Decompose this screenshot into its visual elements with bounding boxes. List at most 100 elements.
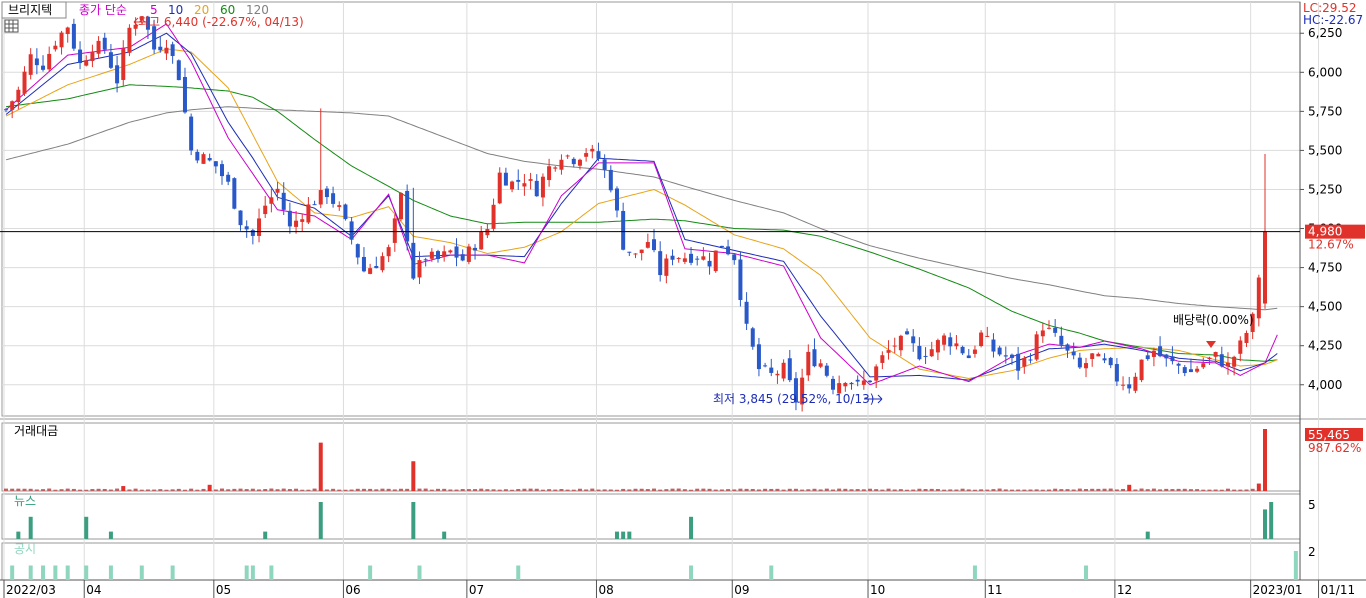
candle-body: [244, 226, 249, 230]
amount-bar: [942, 489, 947, 491]
amount-bar: [948, 489, 953, 491]
candle-body: [979, 332, 984, 347]
x-tick-label: 12: [1117, 583, 1132, 597]
amount-bar: [47, 488, 52, 491]
disclosure-bar: [769, 565, 774, 580]
candle-body: [682, 258, 687, 262]
candle-body: [886, 350, 891, 353]
candle-body: [232, 178, 237, 209]
candle-body: [189, 116, 194, 151]
amount-bar: [312, 488, 317, 491]
amount-bar: [596, 489, 601, 491]
candle-body: [34, 58, 39, 66]
x-tick-label: 09: [734, 583, 749, 597]
candle-body: [1195, 368, 1200, 372]
amount-bar: [226, 489, 231, 491]
amount-bar: [769, 488, 774, 491]
amount-bar: [781, 489, 786, 491]
candle-body: [312, 204, 317, 206]
y-tick-label: 5,250: [1308, 182, 1342, 196]
disclosure-bar: [417, 565, 422, 580]
ma-legend-title: 종가 단순: [79, 3, 127, 17]
candle-body: [547, 166, 552, 181]
candle-body: [127, 27, 132, 53]
amount-bar: [374, 489, 379, 491]
amount-bar: [892, 489, 897, 491]
amount-bar: [1009, 489, 1014, 491]
amount-bar: [960, 488, 965, 491]
candle-body: [744, 301, 749, 324]
candle-body: [763, 365, 768, 367]
candle-body: [972, 349, 977, 354]
amount-bar: [682, 489, 687, 491]
amount-bar: [34, 489, 39, 491]
candle-body: [1219, 354, 1224, 367]
y-tick-label: 4,500: [1308, 300, 1342, 314]
amount-bar: [719, 489, 724, 491]
amount-bar: [65, 488, 70, 491]
amount-bar: [10, 488, 15, 491]
candle-body: [1145, 355, 1150, 360]
candle-body: [90, 52, 95, 62]
candle-body: [787, 358, 792, 381]
candle-body: [1164, 354, 1169, 359]
last-price-label: 4,980: [1308, 225, 1342, 239]
candle-body: [207, 158, 212, 161]
candle-body: [1009, 354, 1014, 358]
amount-bar: [1219, 489, 1224, 491]
amount-bar: [1207, 489, 1212, 491]
candle-body: [633, 253, 638, 255]
last-price-change: 12.67%: [1308, 238, 1354, 252]
dividend-annotation: 배당락(0.00%): [1173, 313, 1254, 327]
amount-bar: [1053, 488, 1058, 491]
amount-bar: [1182, 488, 1187, 491]
disclosure-bar: [250, 565, 255, 580]
candle-body: [108, 52, 113, 68]
amount-bar: [571, 489, 576, 491]
candle-body: [121, 48, 126, 80]
amount-bar: [1188, 489, 1193, 491]
candle-body: [1077, 357, 1082, 368]
candle-body: [824, 365, 829, 376]
candle-body: [1207, 357, 1212, 360]
candle-body: [423, 259, 428, 261]
amount-bar: [108, 489, 113, 491]
amount-bar: [1151, 488, 1156, 491]
candle-body: [1034, 334, 1039, 360]
news-bar: [1269, 502, 1274, 539]
amount-bar: [201, 488, 206, 491]
amount-bar: [689, 489, 694, 491]
amount-bar: [1170, 489, 1175, 491]
disclosure-bar: [10, 565, 15, 580]
amount-bar: [633, 488, 638, 491]
candle-body: [4, 109, 8, 111]
amount-bar: [923, 489, 928, 491]
candle-body: [812, 349, 817, 367]
candle-body: [590, 148, 595, 152]
amount-bar: [244, 489, 249, 491]
candle-body: [78, 49, 83, 64]
candle-body: [47, 53, 52, 70]
amount-bar: [1232, 489, 1237, 491]
amount-bar: [701, 488, 706, 491]
candle-body: [528, 179, 533, 181]
amount-bar: [658, 489, 663, 491]
news-bar: [614, 531, 619, 539]
table-icon[interactable]: [4, 19, 19, 33]
amount-bar: [559, 489, 564, 491]
stock-chart[interactable]: 4,0004,2504,5004,7505,0005,2505,5005,750…: [0, 0, 1366, 598]
candle-body: [1263, 231, 1267, 304]
news-bar: [1263, 509, 1267, 539]
candle-body: [769, 367, 774, 373]
candle-body: [201, 154, 206, 164]
amount-bar: [102, 488, 107, 491]
candle-body: [195, 151, 200, 161]
amount-bar: [830, 489, 835, 491]
candle-body: [775, 373, 780, 376]
candle-body: [10, 101, 15, 110]
amount-bar: [510, 489, 515, 491]
disclosure-bar: [170, 565, 175, 580]
amount-bar: [806, 489, 811, 491]
candle-body: [220, 164, 225, 177]
candle-body: [226, 174, 231, 182]
